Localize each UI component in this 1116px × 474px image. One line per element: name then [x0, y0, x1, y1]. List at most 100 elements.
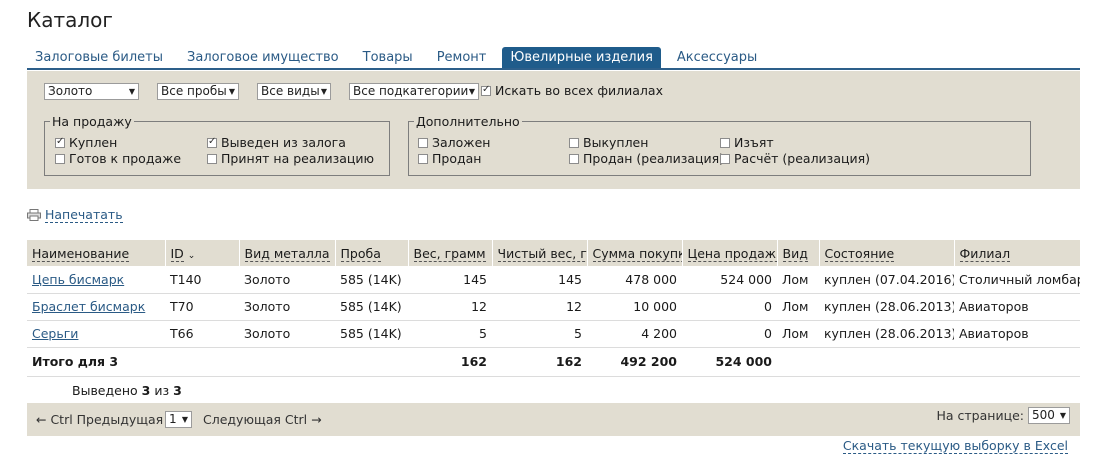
subcategory-select[interactable]: Все подкатегории ▼ — [349, 83, 479, 100]
filter-panel: Золото ▼ Все пробы ▼ Все виды ▼ Все подк… — [27, 71, 1080, 189]
per-page-select[interactable]: 500 ▼ — [1028, 407, 1070, 424]
prev-page-button[interactable]: ← Ctrl Предыдущая — [36, 412, 163, 427]
checkbox-unchecked-icon — [418, 154, 428, 164]
cell-id: T140 — [165, 266, 239, 294]
page-title: Каталог — [27, 8, 113, 32]
cell-buy-sum: 478 000 — [587, 266, 682, 294]
tab-jewelry[interactable]: Ювелирные изделия — [502, 47, 661, 68]
consignment-checkbox[interactable]: Принят на реализацию — [207, 151, 374, 166]
chevron-down-icon: ▼ — [228, 87, 235, 96]
checkbox-unchecked-icon — [207, 154, 217, 164]
cell-state: куплен (28.06.2013) — [819, 293, 954, 321]
pawned-checkbox[interactable]: Заложен — [418, 135, 490, 150]
cell-kind: Лом — [777, 293, 819, 321]
table-row: Браслет бисмарк T70 Золото 585 (14K) 12 … — [27, 293, 1080, 321]
item-link[interactable]: Браслет бисмарк — [32, 299, 145, 314]
ready-for-sale-label: Готов к продаже — [69, 151, 182, 166]
col-sell-price[interactable]: Цена продажи, — [681, 240, 777, 266]
checkbox-checked-icon — [207, 136, 217, 148]
cell-assay: 585 (14K) — [335, 320, 408, 348]
checkbox-unchecked-icon — [569, 138, 579, 148]
metal-select[interactable]: Золото ▼ — [44, 83, 139, 100]
item-link[interactable]: Цепь бисмарк — [32, 272, 124, 287]
excel-download-link[interactable]: Скачать текущую выборку в Excel — [842, 438, 1068, 454]
cell-kind: Лом — [777, 320, 819, 348]
col-name[interactable]: Наименование — [27, 240, 165, 266]
sold-consignment-checkbox[interactable]: Продан (реализация) — [569, 151, 724, 166]
sort-desc-icon: ⌄ — [187, 250, 196, 261]
col-assay[interactable]: Проба — [334, 240, 408, 266]
page-select[interactable]: 1 ▼ — [165, 411, 192, 428]
item-link[interactable]: Серьги — [32, 326, 78, 341]
cell-branch: Авиаторов — [954, 293, 1080, 321]
cell-sell-price: 524 000 — [682, 266, 777, 294]
tab-repair[interactable]: Ремонт — [429, 47, 495, 68]
assay-select[interactable]: Все пробы ▼ — [157, 83, 239, 100]
col-net-weight[interactable]: Чистый вес, гр — [491, 240, 587, 266]
sold-checkbox[interactable]: Продан — [418, 151, 481, 166]
cell-weight: 12 — [408, 293, 492, 321]
cell-metal: Золото — [239, 266, 335, 294]
extra-legend: Дополнительно — [416, 114, 520, 129]
cell-assay: 585 (14K) — [335, 293, 408, 321]
total-row: Итого для 3 162 162 492 200 524 000 — [27, 347, 1080, 377]
cell-sell-price: 0 — [682, 320, 777, 348]
print-link[interactable]: Напечатать — [45, 207, 123, 223]
seized-checkbox[interactable]: Изъят — [720, 135, 774, 150]
kind-select-value: Все виды — [261, 84, 320, 98]
chevron-down-icon: ▼ — [181, 415, 188, 424]
total-label: Итого для 3 — [27, 347, 408, 377]
checkbox-checked-icon — [481, 84, 491, 96]
search-all-branches-label: Искать во всех филиалах — [495, 83, 663, 98]
pawned-label: Заложен — [432, 135, 491, 150]
bought-checkbox[interactable]: Куплен — [55, 135, 117, 150]
total-buy-sum: 492 200 — [587, 347, 682, 377]
col-metal[interactable]: Вид металла — [238, 240, 335, 266]
tab-accessories[interactable]: Аксессуары — [669, 47, 765, 68]
sold-label: Продан — [432, 151, 482, 166]
consignment-label: Принят на реализацию — [221, 151, 375, 166]
cell-metal: Золото — [239, 320, 335, 348]
cell-buy-sum: 4 200 — [587, 320, 682, 348]
cell-net-weight: 12 — [492, 293, 587, 321]
table-row: Серьги T66 Золото 585 (14K) 5 5 4 200 0 … — [27, 320, 1080, 348]
cell-weight: 5 — [408, 320, 492, 348]
table-row: Цепь бисмарк T140 Золото 585 (14K) 145 1… — [27, 266, 1080, 294]
search-all-branches-checkbox[interactable]: Искать во всех филиалах — [481, 83, 663, 98]
subcategory-select-value: Все подкатегории — [353, 84, 469, 98]
next-page-button[interactable]: Следующая Ctrl → — [203, 412, 322, 427]
col-weight[interactable]: Вес, грамм — [407, 240, 492, 266]
checkbox-unchecked-icon — [569, 154, 579, 164]
redeemed-label: Выведен из залога — [221, 135, 346, 150]
col-state[interactable]: Состояние — [818, 240, 954, 266]
cell-state: куплен (07.04.2016) — [819, 266, 954, 294]
total-sell-price: 524 000 — [682, 347, 777, 377]
tab-pawn-tickets[interactable]: Залоговые билеты — [27, 47, 171, 68]
checkbox-checked-icon — [55, 136, 65, 148]
table-header-row: Наименование ID ⌄ Вид металла Проба Вес,… — [27, 240, 1080, 266]
tab-pawned-property[interactable]: Залоговое имущество — [179, 47, 347, 68]
cell-branch: Авиаторов — [954, 320, 1080, 348]
tab-goods[interactable]: Товары — [355, 47, 421, 68]
checkbox-unchecked-icon — [720, 138, 730, 148]
excel-row: Скачать текущую выборку в Excel — [842, 438, 1068, 454]
kind-select[interactable]: Все виды ▼ — [257, 83, 331, 100]
col-branch[interactable]: Филиал — [953, 240, 1080, 266]
redeemed-checkbox[interactable]: Выведен из залога — [207, 135, 346, 150]
cell-state: куплен (28.06.2013) — [819, 320, 954, 348]
col-buy-sum[interactable]: Сумма покупки — [586, 240, 682, 266]
col-id[interactable]: ID ⌄ — [164, 240, 239, 266]
shown-count: Выведено 3 из 3 — [72, 383, 182, 398]
print-row: Напечатать — [27, 207, 123, 223]
sold-consignment-label: Продан (реализация) — [583, 151, 725, 166]
metal-select-value: Золото — [48, 84, 93, 98]
bought-out-checkbox[interactable]: Выкуплен — [569, 135, 648, 150]
jewelry-table: Наименование ID ⌄ Вид металла Проба Вес,… — [27, 240, 1080, 377]
printer-icon — [27, 209, 41, 221]
pager: ← Ctrl Предыдущая 1 ▼ Следующая Ctrl → Н… — [27, 403, 1080, 436]
chevron-down-icon: ▼ — [468, 87, 475, 96]
total-empty — [777, 347, 1080, 377]
col-kind[interactable]: Вид — [776, 240, 819, 266]
settled-checkbox[interactable]: Расчёт (реализация) — [720, 151, 870, 166]
ready-for-sale-checkbox[interactable]: Готов к продаже — [55, 151, 181, 166]
